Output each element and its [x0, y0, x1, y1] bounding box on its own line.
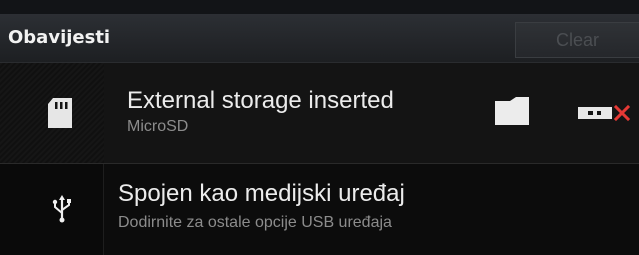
notification-usb-media[interactable]: Spojen kao medijski uređaj Dodirnite za … — [0, 164, 639, 255]
sd-card-icon — [48, 98, 72, 128]
notification-title: External storage inserted — [127, 87, 394, 114]
notification-external-storage[interactable]: External storage inserted MicroSD — [0, 63, 639, 163]
notification-title: Spojen kao medijski uređaj — [118, 180, 405, 207]
notification-subtitle: MicroSD — [127, 118, 189, 135]
notification-subtitle: Dodirnite za ostale opcije USB uređaja — [118, 214, 392, 231]
notification-icon-area — [0, 63, 104, 163]
unmount-icon[interactable] — [576, 101, 632, 125]
status-bar-strip — [0, 0, 639, 14]
clear-button[interactable]: Clear — [515, 22, 639, 58]
notification-icon-area — [0, 164, 104, 255]
folder-icon[interactable] — [494, 96, 530, 126]
usb-icon — [52, 195, 71, 223]
notifications-header: Obavijesti Clear — [0, 14, 639, 63]
panel-title: Obavijesti — [8, 27, 111, 48]
